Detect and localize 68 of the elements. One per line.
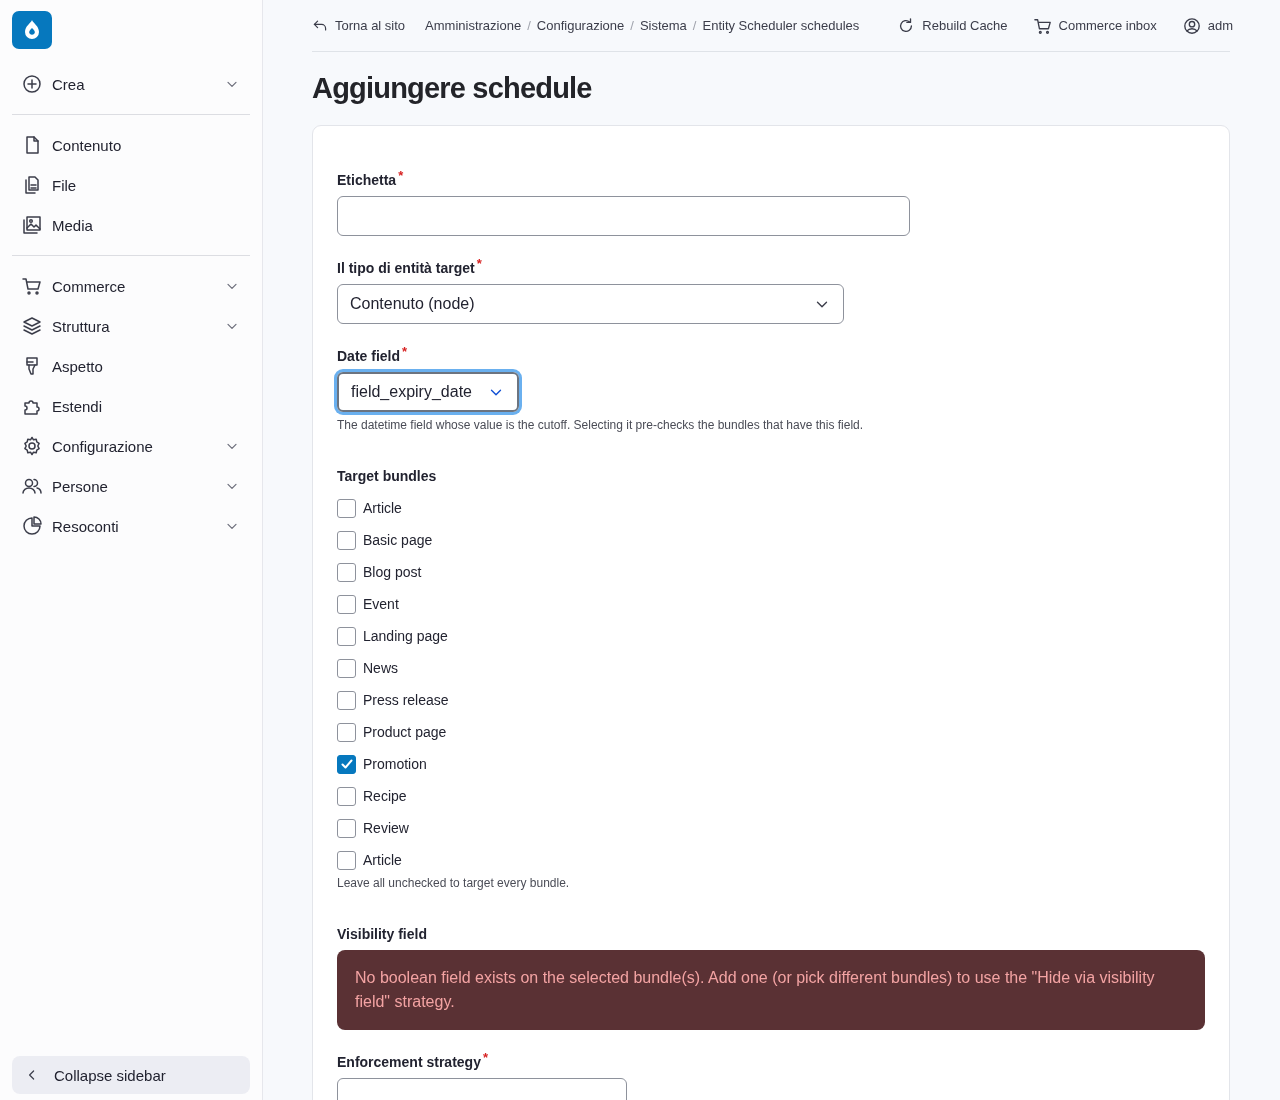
files-icon [22, 175, 42, 195]
checkbox[interactable] [337, 786, 356, 806]
checkbox[interactable] [337, 594, 356, 614]
breadcrumb-separator: / [527, 18, 531, 33]
nav-item[interactable]: Configurazione [12, 426, 250, 466]
user-icon [1182, 16, 1201, 35]
nav-item[interactable]: Aspetto [12, 346, 250, 386]
gear-icon [22, 436, 42, 456]
back-link[interactable]: Torna al sito [312, 17, 406, 34]
checkbox-label: Recipe [363, 788, 407, 804]
page-title: Aggiungere schedule [312, 72, 593, 105]
breadcrumb-link[interactable]: Entity Scheduler schedules [702, 18, 860, 33]
select-field[interactable]: field_expiry_date [337, 372, 519, 412]
checkbox-label: Product page [363, 724, 447, 740]
nav-item[interactable]: File [12, 165, 250, 205]
checkbox[interactable] [337, 658, 356, 678]
nav-item[interactable]: Estendi [12, 386, 250, 426]
checkbox-label: Press release [363, 692, 449, 708]
breadcrumb-link[interactable]: Configurazione [536, 18, 625, 33]
field-description: Leave all unchecked to target every bundle. [337, 876, 571, 890]
checkbox-label: Blog post [363, 564, 422, 580]
plus-circle-icon [22, 74, 42, 94]
nav-item[interactable]: Media [12, 205, 250, 245]
nav-item[interactable]: Contenuto [12, 125, 250, 165]
checkbox[interactable] [337, 530, 356, 550]
checkbox-label: Landing page [363, 628, 448, 644]
check-icon [339, 757, 354, 771]
checkbox[interactable] [337, 626, 356, 646]
nav-item[interactable]: Crea [12, 64, 250, 104]
breadcrumb-link[interactable]: Sistema [639, 18, 687, 33]
breadcrumb-link[interactable]: Amministrazione [425, 18, 522, 33]
error-message: No boolean field exists on the selected bundle(s). Add one (or pick different bundles) to use the "Hide via visibility field" strategy. [337, 950, 1205, 1030]
checkbox-label: Basic page [363, 532, 433, 548]
nav-item[interactable]: Persone [12, 466, 250, 506]
checkbox[interactable] [337, 562, 356, 582]
checkbox[interactable] [337, 498, 356, 518]
pie-chart-icon [22, 516, 42, 536]
image-icon [22, 215, 42, 235]
checkbox-label: Promotion [363, 756, 427, 772]
checkbox-label: Event [363, 596, 399, 612]
nav-item[interactable]: Resoconti [12, 506, 250, 546]
nav-item[interactable]: Struttura [12, 306, 250, 346]
checkbox[interactable] [337, 850, 356, 870]
field-label: Target bundles [337, 468, 438, 484]
checkbox[interactable] [337, 754, 356, 774]
field-label: Visibility field [337, 926, 428, 942]
field-description: The datetime field whose value is the cutoff. Selecting it pre-checks the bundles that have this field. [337, 418, 865, 432]
checkbox-label: News [363, 660, 398, 676]
drupal-logo-icon[interactable] [12, 11, 52, 49]
breadcrumb-separator: / [630, 18, 634, 33]
nav-item[interactable]: Commerce [12, 266, 250, 306]
toolbar-link[interactable]: Rebuild Cache [897, 16, 1008, 35]
checkbox[interactable] [337, 690, 356, 710]
select-field[interactable]: Contenuto (node) [337, 284, 844, 324]
user-menu-link[interactable]: adm [1182, 16, 1234, 35]
layers-icon [22, 316, 42, 336]
breadcrumb-separator: / [692, 18, 697, 33]
checkbox-label: Review [363, 820, 409, 836]
cart-icon [1033, 16, 1052, 35]
checkbox-label: Article [363, 500, 402, 516]
people-icon [22, 476, 42, 496]
checkbox[interactable] [337, 722, 356, 742]
checkbox[interactable] [337, 818, 356, 838]
checkbox-label: Article [363, 852, 402, 868]
collapse-sidebar-button[interactable]: Collapse sidebar [12, 1056, 250, 1094]
toolbar-link[interactable]: Commerce inbox [1033, 16, 1157, 35]
cart-icon [22, 276, 42, 296]
text-input-field[interactable] [337, 196, 910, 236]
